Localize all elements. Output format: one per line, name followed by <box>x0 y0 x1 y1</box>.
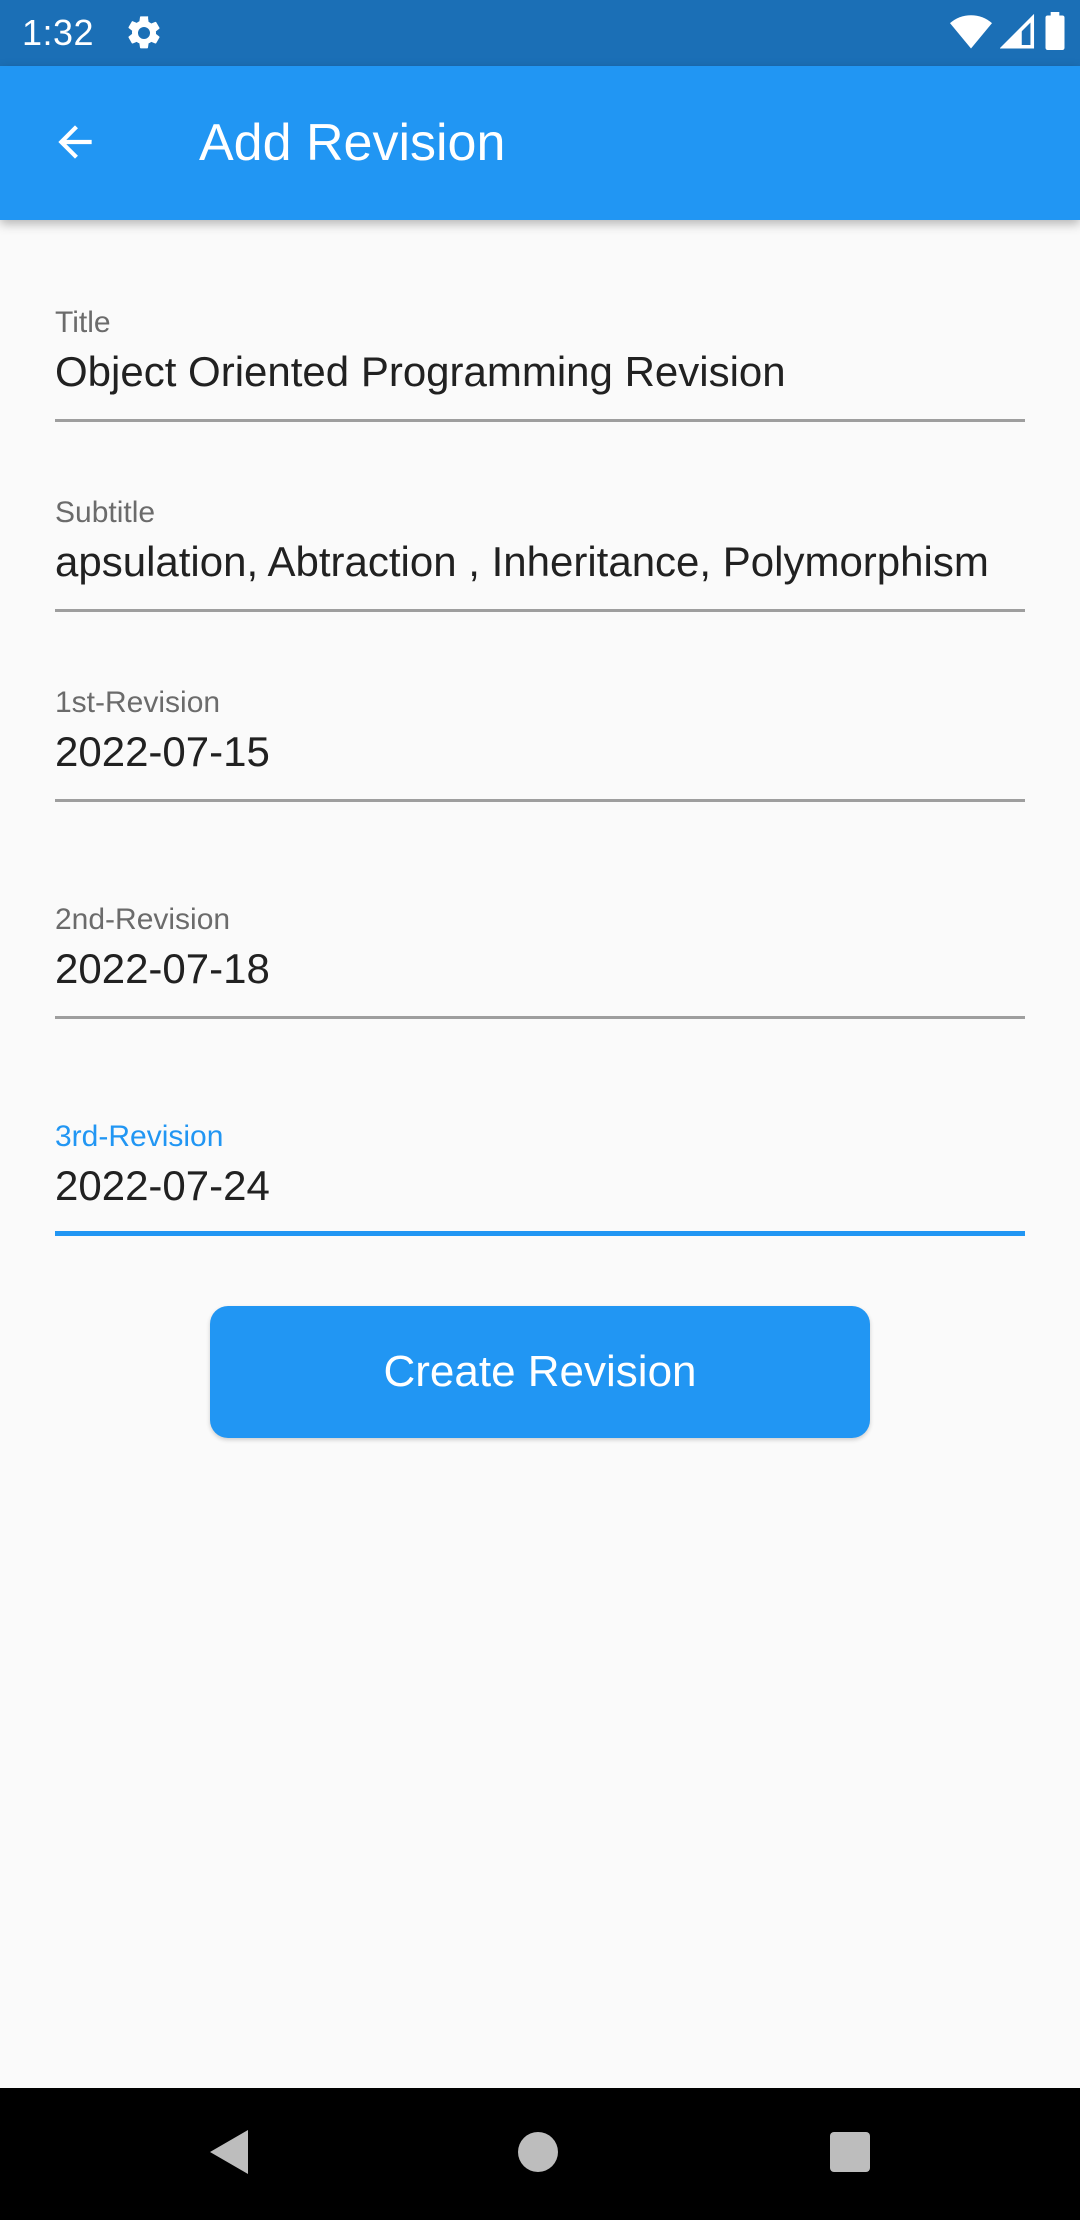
title-input[interactable]: Object Oriented Programming Revision <box>55 347 1025 397</box>
nav-back-button[interactable] <box>198 2124 258 2184</box>
status-icons <box>950 11 1066 55</box>
first-revision-field[interactable]: 1st-Revision 2022-07-15 <box>55 685 1025 805</box>
status-bar: 1:32 <box>0 0 1080 66</box>
arrow-back-icon <box>50 117 100 172</box>
gear-icon <box>124 13 164 53</box>
page-title: Add Revision <box>199 114 506 172</box>
back-triangle-icon <box>206 2128 250 2181</box>
second-revision-field[interactable]: 2nd-Revision 2022-07-18 <box>55 902 1025 1022</box>
system-nav-bar <box>0 2088 1080 2220</box>
subtitle-input[interactable]: apsulation, Abtraction , Inheritance, Po… <box>55 537 1025 587</box>
field-underline <box>55 609 1025 612</box>
home-circle-icon <box>516 2130 560 2179</box>
field-underline <box>55 419 1025 422</box>
first-revision-label: 1st-Revision <box>55 686 221 719</box>
subtitle-label: Subtitle <box>55 496 156 529</box>
field-underline-focused <box>55 1231 1025 1236</box>
back-button[interactable] <box>40 109 110 179</box>
status-time: 1:32 <box>22 12 95 53</box>
nav-home-button[interactable] <box>508 2124 568 2184</box>
second-revision-label: 2nd-Revision <box>55 903 231 936</box>
nav-recents-button[interactable] <box>820 2124 880 2184</box>
first-revision-input[interactable]: 2022-07-15 <box>55 727 1025 777</box>
third-revision-input[interactable]: 2022-07-24 <box>55 1161 1025 1211</box>
app-bar: Add Revision <box>0 66 1080 220</box>
title-field[interactable]: Title Object Oriented Programming Revisi… <box>55 305 1025 425</box>
create-revision-button[interactable]: Create Revision <box>210 1306 870 1438</box>
second-revision-input[interactable]: 2022-07-18 <box>55 944 1025 994</box>
signal-icon <box>999 13 1036 54</box>
field-underline <box>55 1016 1025 1019</box>
subtitle-field[interactable]: Subtitle apsulation, Abtraction , Inheri… <box>55 495 1025 615</box>
third-revision-field[interactable]: 3rd-Revision 2022-07-24 <box>55 1119 1025 1239</box>
field-underline <box>55 799 1025 802</box>
third-revision-label: 3rd-Revision <box>55 1120 224 1153</box>
recents-square-icon <box>829 2131 871 2178</box>
title-label: Title <box>55 306 111 339</box>
wifi-icon <box>950 13 992 54</box>
battery-icon <box>1044 11 1066 55</box>
